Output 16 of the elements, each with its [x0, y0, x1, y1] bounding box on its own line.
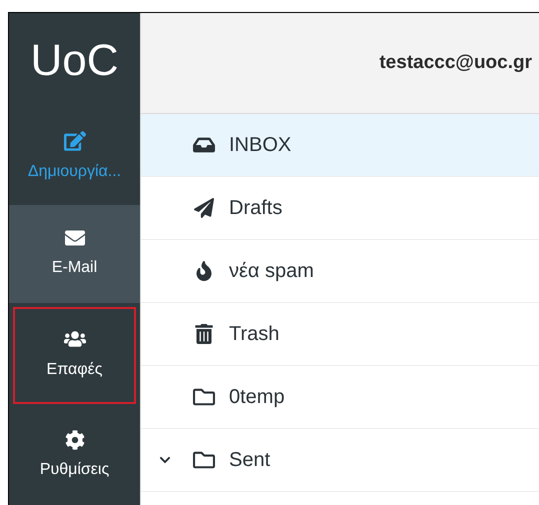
nav-item[interactable]: Δημιουργία... — [9, 108, 140, 206]
settings-icon — [64, 430, 84, 450]
envelope-icon — [64, 228, 84, 248]
edit-icon — [64, 130, 86, 152]
folder-item[interactable]: INBOX — [141, 114, 539, 177]
folder-icon — [193, 386, 215, 408]
logo: UoC — [30, 38, 119, 83]
trash-icon — [194, 324, 214, 344]
folder-icon — [193, 449, 215, 471]
nav-item[interactable]: E-Mail — [9, 205, 140, 303]
flame-icon — [194, 261, 214, 281]
nav-item[interactable]: Επαφές — [13, 306, 136, 404]
account-email: testaccc@uoc.gr — [379, 50, 532, 75]
chevron-down-icon[interactable] — [159, 454, 171, 466]
nav-item[interactable]: Ρυθμίσεις — [9, 408, 140, 505]
paper-plane-icon — [194, 198, 214, 218]
